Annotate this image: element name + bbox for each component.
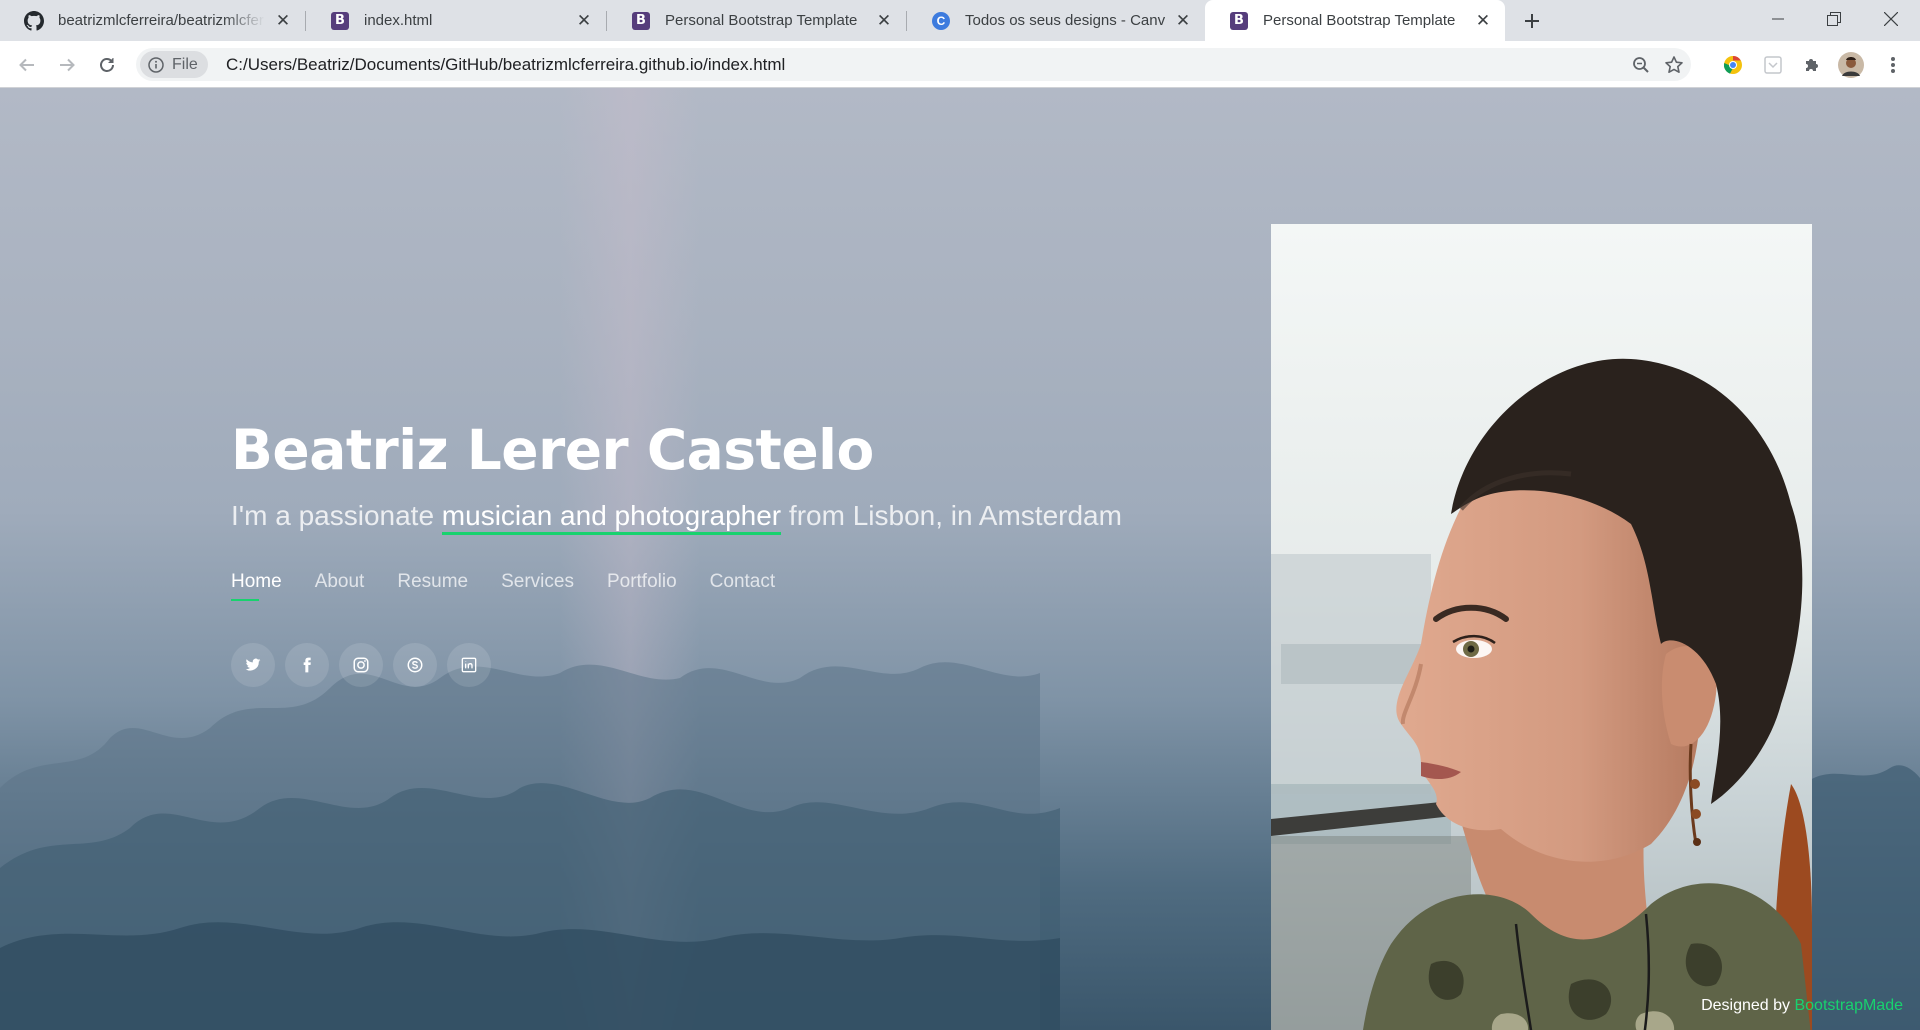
skype-icon — [407, 657, 423, 673]
bootstrap-icon: B — [330, 11, 350, 31]
chip-label: File — [172, 55, 198, 73]
close-icon[interactable]: ✕ — [1473, 11, 1493, 31]
profile-avatar[interactable] — [1836, 50, 1866, 80]
close-icon[interactable]: ✕ — [574, 11, 594, 31]
main-nav: Home About Resume Services Portfolio Con… — [231, 571, 1231, 601]
twitter-icon — [245, 658, 261, 671]
credits-prefix: Designed by — [1701, 997, 1795, 1014]
linkedin-icon — [461, 657, 477, 673]
hero-name: Beatriz Lerer Castelo — [231, 418, 874, 482]
menu-kebab-icon[interactable] — [1878, 50, 1908, 80]
plus-icon — [1525, 14, 1539, 28]
bootstrapmade-link[interactable]: BootstrapMade — [1794, 997, 1903, 1014]
twitter-link[interactable] — [231, 643, 275, 687]
close-icon — [1884, 12, 1898, 26]
nav-resume[interactable]: Resume — [397, 571, 468, 599]
close-icon[interactable]: ✕ — [874, 11, 894, 31]
minimize-icon — [1772, 18, 1784, 20]
arrow-left-icon — [19, 58, 34, 72]
browser-toolbar: File C:/Users/Beatriz/Documents/GitHub/b… — [0, 41, 1920, 88]
nav-services[interactable]: Services — [501, 571, 574, 599]
close-icon[interactable]: ✕ — [1173, 11, 1193, 31]
linkedin-link[interactable] — [447, 643, 491, 687]
forward-button[interactable] — [52, 50, 82, 80]
tab-title: Todos os seus designs - Canva — [965, 12, 1165, 29]
github-icon — [24, 10, 44, 31]
url-text[interactable]: C:/Users/Beatriz/Documents/GitHub/beatri… — [226, 55, 785, 75]
hero-section: Beatriz Lerer Castelo I'm a passionate m… — [231, 418, 1231, 687]
tab-personal-template-active[interactable]: B Personal Bootstrap Template ✕ — [1205, 0, 1505, 41]
bookmark-star-icon[interactable] — [1662, 53, 1686, 77]
zoom-icon[interactable] — [1629, 53, 1653, 77]
tagline-suffix: from Lisbon, in Amsterdam — [781, 500, 1122, 531]
back-button[interactable] — [12, 50, 42, 80]
nav-contact[interactable]: Contact — [710, 571, 775, 599]
tab-github[interactable]: beatrizmlcferreira/beatrizmlcferreira ✕ — [0, 0, 305, 41]
tab-strip: beatrizmlcferreira/beatrizmlcferreira ✕ … — [0, 0, 1920, 41]
nav-portfolio[interactable]: Portfolio — [607, 571, 677, 599]
bootstrap-icon: B — [1229, 11, 1249, 31]
page-viewport: Beatriz Lerer Castelo I'm a passionate m… — [0, 88, 1920, 1030]
extension-chrome-icon[interactable] — [1718, 50, 1748, 80]
tab-personal-template[interactable]: B Personal Bootstrap Template ✕ — [607, 0, 906, 41]
tab-index[interactable]: B index.html ✕ — [306, 0, 606, 41]
tab-canva[interactable]: C Todos os seus designs - Canva ✕ — [907, 0, 1205, 41]
instagram-icon — [353, 657, 369, 673]
restore-icon — [1827, 12, 1841, 26]
extensions-puzzle-icon[interactable] — [1797, 50, 1827, 80]
close-icon[interactable]: ✕ — [273, 11, 293, 31]
tab-title: Personal Bootstrap Template — [665, 12, 858, 29]
facebook-icon — [303, 657, 311, 673]
profile-photo — [1271, 224, 1812, 1030]
minimize-button[interactable] — [1749, 0, 1807, 38]
hero-tagline: I'm a passionate musician and photograph… — [231, 498, 1231, 535]
nav-about[interactable]: About — [315, 571, 365, 599]
arrow-right-icon — [60, 58, 75, 72]
address-bar[interactable]: File C:/Users/Beatriz/Documents/GitHub/b… — [136, 48, 1691, 81]
tab-title: index.html — [364, 12, 433, 29]
info-icon — [148, 56, 164, 73]
tagline-typed: musician and photographer — [441, 501, 782, 535]
credits: Designed by BootstrapMade — [1701, 997, 1903, 1015]
reload-icon — [100, 58, 114, 72]
social-links — [231, 643, 1231, 687]
new-tab-button[interactable] — [1518, 8, 1546, 34]
facebook-link[interactable] — [285, 643, 329, 687]
nav-home[interactable]: Home — [231, 571, 282, 601]
site-info-chip[interactable]: File — [140, 51, 208, 78]
tagline-prefix: I'm a passionate — [231, 500, 442, 531]
extension-box-icon[interactable] — [1758, 50, 1788, 80]
canva-icon: C — [931, 11, 951, 31]
restore-button[interactable] — [1805, 0, 1863, 38]
tab-title: Personal Bootstrap Template — [1263, 12, 1456, 29]
bootstrap-icon: B — [631, 11, 651, 31]
close-window-button[interactable] — [1862, 0, 1920, 38]
skype-link[interactable] — [393, 643, 437, 687]
tab-title: beatrizmlcferreira/beatrizmlcferreira — [58, 12, 265, 29]
instagram-link[interactable] — [339, 643, 383, 687]
reload-button[interactable] — [92, 50, 122, 80]
